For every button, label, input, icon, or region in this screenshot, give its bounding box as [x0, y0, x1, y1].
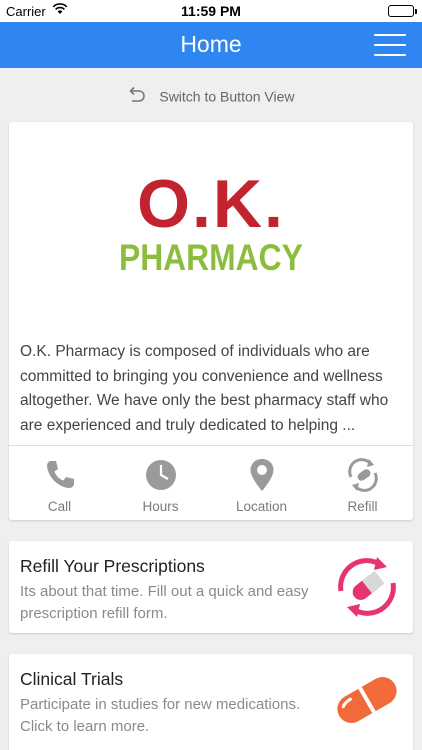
page-title: Home [180, 31, 242, 57]
refill-button[interactable]: Refill [312, 446, 413, 520]
pharmacy-description[interactable]: O.K. Pharmacy is composed of individuals… [20, 340, 403, 438]
status-bar: Carrier 11:59 PM [0, 0, 422, 22]
call-button[interactable]: Call [9, 446, 110, 520]
refill-card-title: Refill Your Prescriptions [20, 556, 205, 576]
call-label: Call [47, 499, 72, 514]
battery-icon [388, 5, 417, 17]
capsule-icon [329, 664, 405, 741]
trials-card-text: Participate in studies for new medicatio… [20, 696, 301, 735]
trials-card-title: Clinical Trials [20, 669, 124, 689]
logo-line-2: PHARMACY [119, 237, 303, 278]
phone-icon [9, 455, 110, 495]
hours-label: Hours [142, 499, 179, 514]
pill-refill-icon [329, 551, 405, 628]
pharmacy-info-card: O.K. PHARMACY O.K. Pharmacy is composed … [9, 122, 413, 520]
refill-card-text: Its about that time. Fill out a quick an… [20, 583, 309, 622]
switch-view-label: Switch to Button View [159, 88, 295, 105]
pharmacy-logo: O.K. PHARMACY [9, 170, 413, 278]
status-time: 11:59 PM [181, 3, 241, 19]
location-label: Location [235, 499, 288, 514]
action-bar: Call Hours Location Refill [9, 446, 413, 520]
refill-label: Refill [347, 499, 378, 514]
undo-arrow-icon [127, 86, 147, 107]
logo-line-1: O.K. [137, 166, 285, 242]
refill-icon [312, 455, 413, 495]
switch-view-button[interactable]: Switch to Button View [0, 86, 422, 108]
location-pin-icon [211, 455, 312, 495]
clock-icon [110, 455, 211, 495]
hours-button[interactable]: Hours [110, 446, 211, 520]
nav-bar: Home [0, 22, 422, 68]
clinical-trials-card[interactable]: Clinical Trials Participate in studies f… [9, 654, 413, 750]
refill-prescriptions-card[interactable]: Refill Your Prescriptions Its about that… [9, 541, 413, 633]
location-button[interactable]: Location [211, 446, 312, 520]
hamburger-menu-icon[interactable] [374, 34, 406, 58]
